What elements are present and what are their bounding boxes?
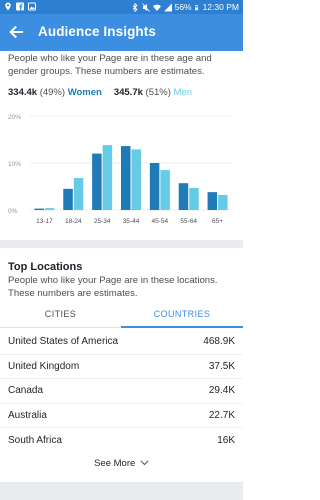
age-gender-description: People who like your Page are in these a… (8, 53, 212, 77)
men-label: Men (173, 87, 192, 98)
country-value: 37.5K (208, 360, 235, 372)
age-gender-chart: 20% 10% 0% 13-17 18-24 25-34 35-44 45-54 55-64 65… (8, 114, 232, 225)
mute-icon (141, 2, 150, 12)
bar-men-13-17 (44, 208, 55, 210)
status-time: 12:30 PM (202, 2, 239, 12)
battery-icon (194, 4, 198, 10)
women-count: 334.4k (8, 87, 38, 98)
wifi-icon (152, 4, 161, 11)
bar-women-35-44 (121, 146, 131, 210)
bar-women-65+ (207, 192, 218, 210)
tab-countries[interactable]: COUNTRIES (121, 303, 243, 328)
bar-women-13-17 (34, 208, 44, 210)
location-pin-icon (5, 2, 11, 11)
bar-men-45-54 (160, 170, 170, 210)
country-value: 468.9K (203, 336, 235, 348)
women-summary: 334.4k (49%) Women (8, 87, 102, 98)
men-summary: 345.7k (51%) Men (114, 87, 192, 98)
bar-women-55-64 (178, 183, 189, 210)
tab-cities[interactable]: CITIES (0, 303, 121, 328)
bar-men-35-44 (131, 149, 141, 210)
x-tick-label: 55-64 (180, 218, 197, 225)
gallery-icon (28, 2, 36, 11)
country-name: United Kingdom (8, 360, 80, 372)
country-name: South Africa (8, 434, 62, 446)
country-name: Australia (8, 409, 47, 421)
location-tabs: CITIES COUNTRIES (0, 303, 243, 328)
country-value: 16K (217, 434, 235, 446)
chevron-down-icon (140, 460, 149, 466)
status-bar-notifications (4, 2, 36, 11)
x-tick-label: 35-44 (123, 218, 140, 225)
list-item: United Kingdom 37.5K (0, 355, 243, 379)
bar-men-25-34 (102, 145, 113, 210)
y-tick-label: 10% (8, 161, 21, 168)
bottom-divider (0, 482, 243, 500)
list-item: Canada 29.4K (0, 379, 243, 404)
x-tick-label: 25-34 (94, 218, 111, 225)
y-tick-label: 0% (8, 208, 18, 215)
list-item: South Africa 16K (0, 428, 243, 453)
bar-men-55-64 (189, 187, 199, 210)
top-locations-title: Top Locations (8, 261, 83, 273)
country-value: 22.7K (208, 409, 235, 421)
bar-men-18-24 (73, 178, 84, 210)
list-item: Australia 22.7K (0, 404, 243, 428)
see-more-button[interactable]: See More (0, 458, 243, 469)
y-tick-label: 20% (8, 114, 21, 121)
facebook-icon (16, 2, 24, 11)
bar-women-18-24 (63, 188, 73, 210)
gender-summary: 334.4k (49%) Women 345.7k (51%) Men (8, 87, 236, 98)
x-tick-label: 45-54 (152, 218, 169, 225)
arrow-left-icon[interactable] (6, 22, 26, 42)
women-percent: (49%) (39, 87, 66, 98)
list-item: United States of America 468.9K (0, 330, 243, 355)
top-locations-description: People who like your Page are in these l… (8, 275, 218, 299)
x-tick-label: 18-24 (65, 218, 82, 225)
country-name: United States of America (8, 336, 119, 348)
x-tick-label: 65+ (212, 218, 223, 225)
bar-women-25-34 (92, 153, 102, 210)
status-bar: 56% 12:30 PM (0, 0, 243, 14)
page-title: Audience Insights (38, 24, 156, 39)
see-more-label: See More (94, 458, 136, 469)
bar-women-45-54 (149, 163, 160, 210)
men-percent: (51%) (145, 87, 171, 98)
bar-men-65+ (218, 194, 228, 210)
section-divider (0, 240, 243, 248)
signal-icon (163, 3, 172, 11)
men-count: 345.7k (113, 87, 143, 98)
country-list: United States of America 468.9K United K… (0, 330, 243, 453)
battery-percent: 56% (174, 2, 192, 12)
country-name: Canada (8, 385, 44, 397)
app-bar: Audience Insights (0, 14, 243, 51)
women-label: Women (67, 87, 102, 98)
status-bar-system: 56% 12:30 PM (131, 2, 239, 12)
bluetooth-icon (132, 2, 138, 12)
x-tick-label: 13-17 (36, 218, 53, 225)
country-value: 29.4K (208, 385, 235, 397)
